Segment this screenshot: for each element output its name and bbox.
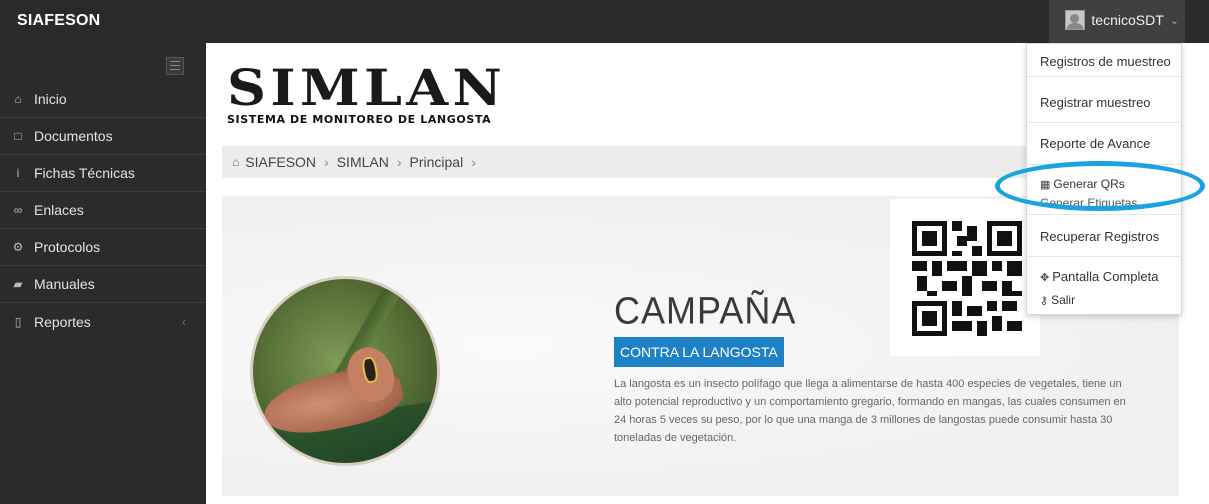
menu-item-pantalla-completa[interactable]: ✥ Pantalla Completa [1027, 269, 1181, 284]
menu-item-registros-muestreo[interactable]: Registros de muestreo [1027, 54, 1181, 69]
qr-code [890, 199, 1040, 356]
banner-description: La langosta es un insecto polífago que l… [614, 378, 1126, 444]
chevron-left-icon: ‹ [182, 314, 186, 329]
sidebar-item-inicio[interactable]: ⌂ Inicio [0, 81, 206, 118]
user-dropdown-menu: Registros de muestreo Registrar muestreo… [1026, 43, 1182, 315]
sidebar-item-documentos[interactable]: □ Documentos [0, 118, 206, 155]
menu-item-reporte-avance[interactable]: Reporte de Avance [1027, 136, 1181, 151]
breadcrumb-separator: › [396, 154, 402, 170]
brand-logo[interactable]: ❦SIAFESON [3, 12, 221, 222]
menu-item-recuperar-registros[interactable]: Recuperar Registros [1027, 229, 1181, 244]
sidebar-item-label: Manuales [34, 276, 95, 292]
move-icon: ✥ [1040, 272, 1050, 284]
menu-item-label: Pantalla Completa [1052, 269, 1159, 284]
menu-item-salir[interactable]: ⚷ Salir [1027, 293, 1181, 307]
folder-icon: □ [14, 129, 22, 143]
sidebar-item-manuales[interactable]: ▰ Manuales [0, 266, 206, 303]
sidebar-item-label: Fichas Técnicas [34, 165, 135, 181]
breadcrumb-separator: › [324, 154, 329, 170]
menu-item-registrar-muestreo[interactable]: Registrar muestreo [1027, 95, 1181, 110]
menu-item-generar-etiquetas[interactable]: Generar Etiquetas [1027, 196, 1181, 206]
simlan-logo: SIMLAN SISTEMA DE MONITOREO DE LANGOSTA [227, 63, 502, 127]
info-icon: i [16, 166, 20, 180]
top-navbar: ❦SIAFESON tecnicoSDT ⌄ [0, 0, 1209, 222]
locust-photo [250, 276, 440, 466]
sidebar-item-protocolos[interactable]: ⚙ Protocolos [0, 229, 206, 266]
breadcrumb-separator: › [471, 154, 476, 170]
breadcrumb-item: Principal [409, 154, 464, 170]
sidebar-item-fichas[interactable]: i Fichas Técnicas [0, 155, 206, 192]
breadcrumb-item[interactable]: SIAFESON [245, 154, 316, 170]
qr-icon: ▦ [1040, 179, 1051, 191]
brand-name: SIAFESON [17, 12, 101, 29]
menu-toggle-icon[interactable] [166, 57, 184, 75]
breadcrumb-item[interactable]: SIMLAN [337, 154, 389, 170]
sidebar-item-label: Enlaces [34, 202, 84, 218]
chevron-down-icon: ⌄ [1169, 14, 1179, 27]
home-icon: ⌂ [14, 92, 22, 106]
user-menu-toggle[interactable]: tecnicoSDT ⌄ [1065, 10, 1179, 30]
banner-title: CAMPAÑA [614, 288, 797, 332]
sidebar-item-label: Reportes [34, 313, 91, 330]
menu-item-generar-qrs[interactable]: ▦ Generar QRs [1027, 177, 1181, 191]
sidebar: ⌂ Inicio □ Documentos i Fichas Técnicas ∞ En… [0, 43, 206, 504]
logo-title: SIMLAN [227, 58, 507, 117]
link-icon: ∞ [13, 203, 23, 217]
book-icon: ▰ [13, 277, 23, 291]
menu-item-label: Salir [1051, 293, 1076, 307]
gear-icon: ⚙ [12, 240, 24, 254]
username: tecnicoSDT [1091, 12, 1164, 28]
menu-item-label: Generar QRs [1053, 177, 1125, 191]
sidebar-item-label: Inicio [34, 91, 67, 107]
avatar [1065, 10, 1086, 30]
sidebar-item-label: Documentos [34, 128, 113, 144]
key-icon: ⚷ [1040, 295, 1049, 307]
sidebar-item-enlaces[interactable]: ∞ Enlaces [0, 192, 206, 229]
home-icon: ⌂ [232, 155, 240, 169]
sidebar-item-reportes[interactable]: ▯ Reportes ‹ [0, 303, 206, 340]
sidebar-item-label: Protocolos [34, 239, 101, 255]
banner-subtitle: CONTRA LA LANGOSTA [614, 337, 784, 367]
file-icon: ▯ [14, 314, 22, 329]
